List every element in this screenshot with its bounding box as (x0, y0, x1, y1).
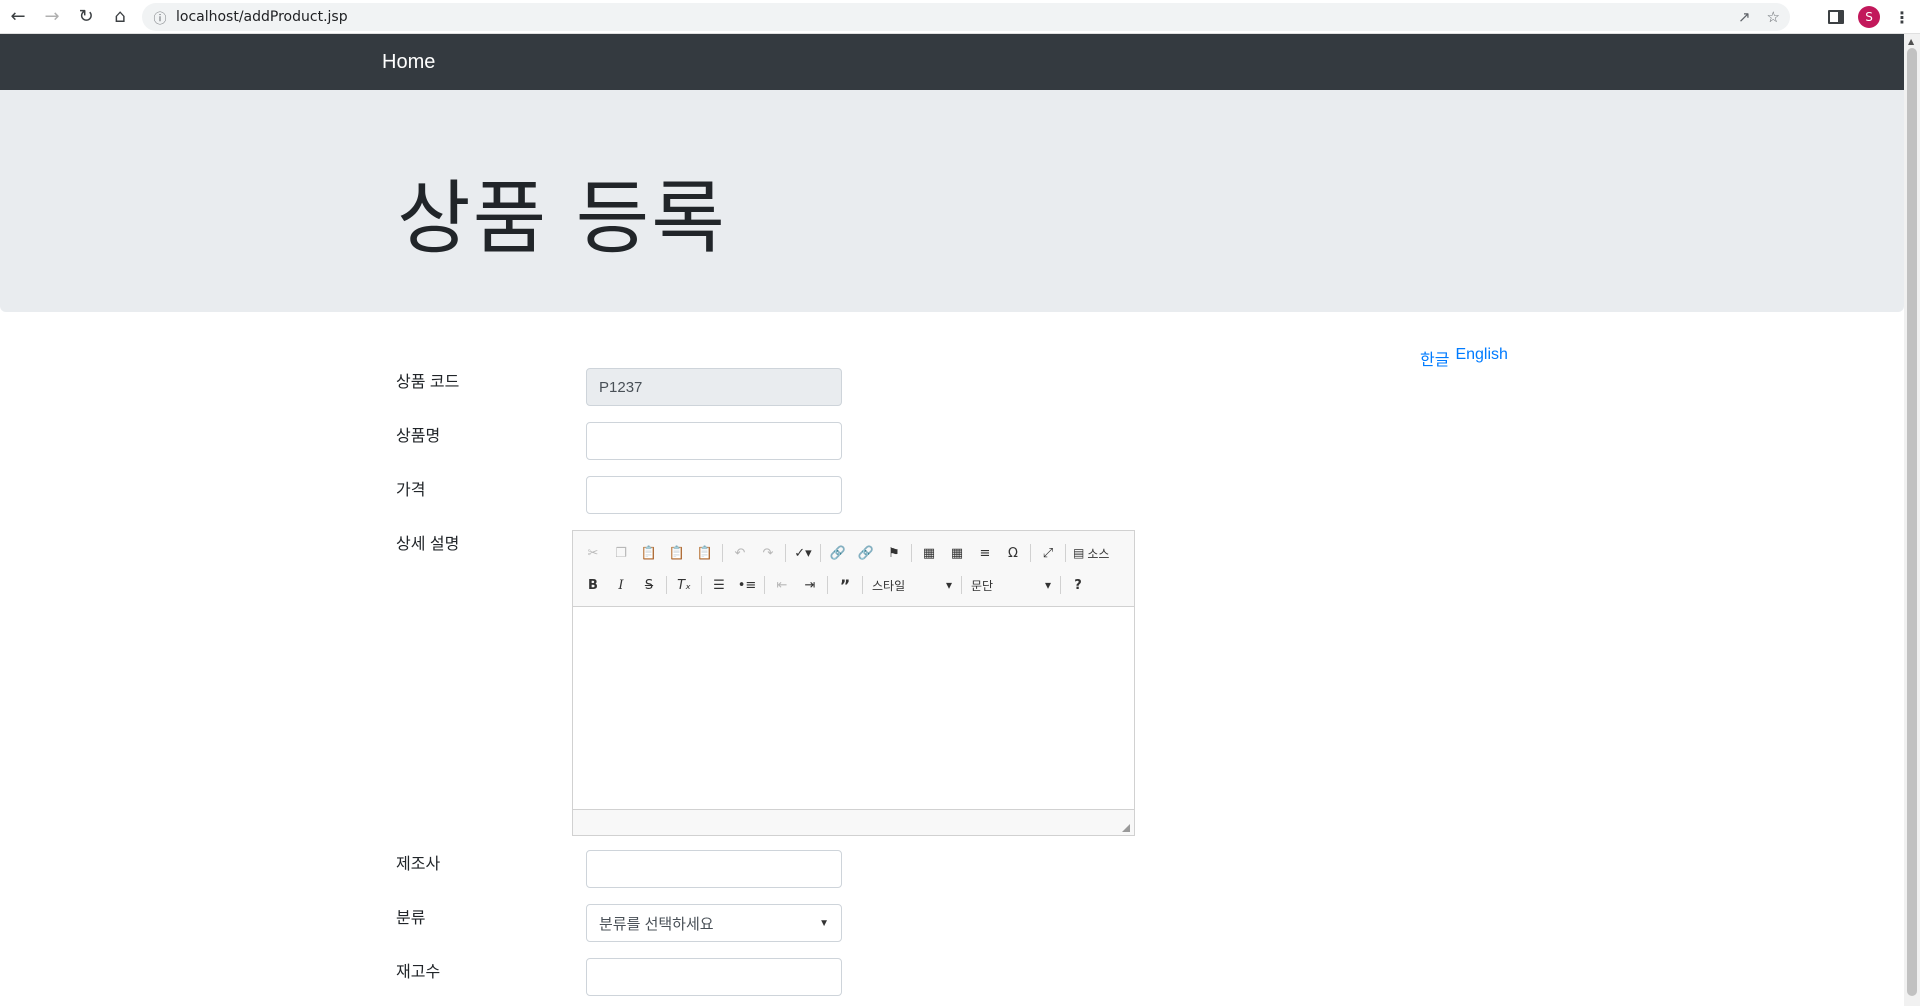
name-input[interactable] (586, 422, 842, 460)
side-panel-icon[interactable] (1828, 10, 1844, 24)
source-button[interactable]: ▤ 소스 (1069, 545, 1113, 562)
lang-english-link[interactable]: English (1455, 346, 1507, 370)
table-icon[interactable]: ▦ (943, 541, 971, 565)
copy-icon[interactable]: ❐ (607, 541, 635, 565)
form-row-category: 분류 (396, 904, 425, 928)
manufacturer-label: 제조사 (396, 856, 441, 873)
toolbar-separator (1060, 576, 1061, 594)
form-row-manufacturer: 제조사 (396, 850, 440, 874)
blockquote-icon[interactable]: ” (831, 573, 859, 597)
format-combo[interactable]: 문단 ▾ (965, 573, 1057, 597)
form-row-description: 상세 설명 (396, 530, 459, 554)
language-switch: 한글 English (1420, 346, 1508, 370)
maximize-icon[interactable]: ⤢ (1034, 541, 1062, 565)
toolbar-separator (961, 576, 962, 594)
form-row-product-id: 상품 코드 (396, 368, 459, 392)
toolbar-separator (862, 576, 863, 594)
category-selected-text: 분류를 선택하세요 (599, 915, 714, 933)
bold-icon[interactable]: B (579, 573, 607, 597)
stock-label: 재고수 (396, 964, 441, 981)
product-id-label: 상품 코드 (396, 374, 460, 391)
price-label: 가격 (396, 482, 426, 499)
form-row-stock: 재고수 (396, 958, 440, 982)
anchor-flag-icon[interactable]: ⚑ (880, 541, 908, 565)
numbered-list-icon[interactable]: ☰ (705, 573, 733, 597)
indent-icon[interactable]: ⇥ (796, 573, 824, 597)
bookmark-star-icon[interactable]: ☆ (1767, 8, 1780, 26)
form-row-name: 상품명 (396, 422, 440, 446)
page-viewport: Home 상품 등록 한글 English 상품 코드 P1237 상품명 가격… (0, 34, 1904, 1006)
vertical-scrollbar[interactable]: ▲ (1904, 34, 1920, 1006)
home-icon[interactable]: ⌂ (104, 1, 136, 33)
url-text: localhost/addProduct.jsp (176, 9, 348, 25)
description-label: 상세 설명 (396, 536, 460, 553)
page-title: 상품 등록 (397, 172, 727, 265)
undo-icon[interactable]: ↶ (726, 541, 754, 565)
browser-toolbar: ← → ↻ ⌂ ⓘ localhost/addProduct.jsp ↗ ☆ S… (0, 0, 1920, 34)
toolbar-separator (1065, 544, 1066, 562)
outdent-icon[interactable]: ⇤ (768, 573, 796, 597)
description-editor: ✂ ❐ 📋 📋 📋 ↶ ↷ ✓▾ 🔗 🔗 ⚑ ▦ ▦ ≡ Ω ⤢ ▤ 소스 B … (572, 530, 1135, 836)
back-icon[interactable]: ← (2, 1, 34, 33)
scrollbar-thumb[interactable] (1907, 48, 1917, 996)
paste-word-icon[interactable]: 📋 (691, 541, 719, 565)
image-icon[interactable]: ▦ (915, 541, 943, 565)
format-combo-label: 문단 (971, 578, 994, 593)
manufacturer-input[interactable] (586, 850, 842, 888)
spellcheck-icon[interactable]: ✓▾ (789, 541, 817, 565)
toolbar-separator (701, 576, 702, 594)
jumbotron: 상품 등록 (0, 90, 1904, 312)
toolbar-separator (722, 544, 723, 562)
paste-text-icon[interactable]: 📋 (663, 541, 691, 565)
navbar-home-link[interactable]: Home (382, 51, 435, 74)
horizontal-line-icon[interactable]: ≡ (971, 541, 999, 565)
toolbar-separator (785, 544, 786, 562)
reload-icon[interactable]: ↻ (70, 1, 102, 33)
category-label: 분류 (396, 910, 426, 927)
style-combo-label: 스타일 (872, 578, 906, 593)
toolbar-separator (666, 576, 667, 594)
cut-icon[interactable]: ✂ (579, 541, 607, 565)
toolbar-separator (764, 576, 765, 594)
profile-avatar[interactable]: S (1858, 6, 1880, 28)
forward-icon[interactable]: → (36, 1, 68, 33)
stock-input[interactable] (586, 958, 842, 996)
toolbar-separator (1030, 544, 1031, 562)
price-input[interactable] (586, 476, 842, 514)
address-bar[interactable]: ⓘ localhost/addProduct.jsp ↗ ☆ (142, 3, 1790, 31)
toolbar-separator (827, 576, 828, 594)
editor-content-area[interactable] (573, 607, 1134, 809)
lang-korean-link[interactable]: 한글 (1420, 346, 1449, 370)
special-char-icon[interactable]: Ω (999, 541, 1027, 565)
product-id-input[interactable]: P1237 (586, 368, 842, 406)
resize-handle-icon[interactable] (1122, 824, 1130, 832)
unlink-icon[interactable]: 🔗 (852, 541, 880, 565)
chevron-down-icon: ▾ (945, 578, 952, 592)
editor-toolbar: ✂ ❐ 📋 📋 📋 ↶ ↷ ✓▾ 🔗 🔗 ⚑ ▦ ▦ ≡ Ω ⤢ ▤ 소스 B … (573, 531, 1134, 607)
strikethrough-icon[interactable]: S (635, 573, 663, 597)
redo-icon[interactable]: ↷ (754, 541, 782, 565)
editor-bottom-bar (573, 809, 1134, 835)
link-icon[interactable]: 🔗 (824, 541, 852, 565)
site-info-icon[interactable]: ⓘ (146, 3, 174, 31)
toolbar-separator (820, 544, 821, 562)
paste-icon[interactable]: 📋 (635, 541, 663, 565)
bulleted-list-icon[interactable]: •≡ (733, 573, 761, 597)
remove-format-icon[interactable]: Tₓ (670, 573, 698, 597)
share-icon[interactable]: ↗ (1738, 8, 1751, 26)
form-row-price: 가격 (396, 476, 425, 500)
source-doc-icon: ▤ (1073, 546, 1085, 560)
chevron-down-icon: ▾ (1044, 578, 1051, 592)
category-select[interactable]: 분류를 선택하세요 ▼ (586, 904, 842, 942)
menu-kebab-icon[interactable]: ⋮ (1894, 8, 1910, 27)
help-icon[interactable]: ? (1064, 573, 1092, 597)
italic-icon[interactable]: I (607, 573, 635, 597)
top-navbar: Home (0, 34, 1904, 90)
style-combo[interactable]: 스타일 ▾ (866, 573, 958, 597)
source-label: 소스 (1087, 546, 1110, 561)
chevron-down-icon: ▼ (819, 917, 829, 929)
toolbar-separator (911, 544, 912, 562)
scroll-up-icon[interactable]: ▲ (1908, 37, 1914, 46)
name-label: 상품명 (396, 428, 441, 445)
